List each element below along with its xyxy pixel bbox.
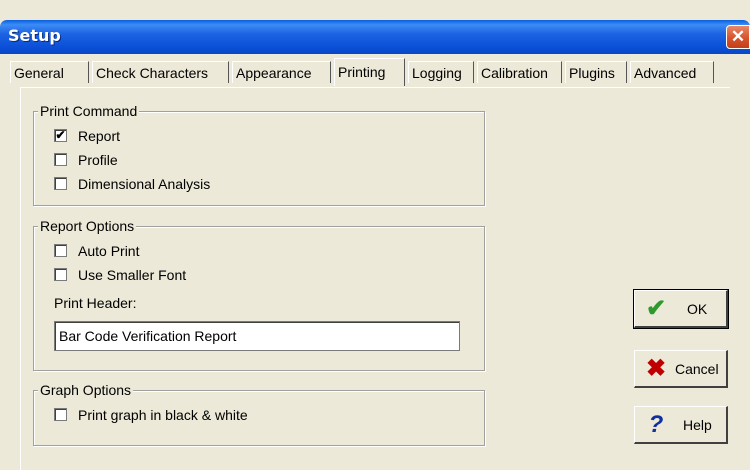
use-smaller-font-checkbox[interactable] bbox=[54, 268, 67, 281]
checkmark-icon: ✔ bbox=[645, 295, 667, 322]
report-options-group: Report Options Auto Print Use Smaller Fo… bbox=[33, 217, 485, 371]
x-icon: ✖ bbox=[645, 355, 667, 382]
group-legend: Graph Options bbox=[38, 381, 134, 399]
report-checkbox[interactable]: ✔ bbox=[54, 129, 67, 142]
tab-label: Advanced bbox=[634, 65, 697, 81]
tab-logging[interactable]: Logging bbox=[408, 61, 474, 83]
tab-label: Check Characters bbox=[96, 65, 209, 81]
checkbox-label: Report bbox=[78, 128, 121, 144]
window-title: Setup bbox=[8, 26, 61, 45]
tab-plugins[interactable]: Plugins bbox=[565, 61, 627, 83]
graph-options-group: Graph Options Print graph in black & whi… bbox=[33, 381, 485, 446]
group-legend: Report Options bbox=[38, 217, 137, 235]
close-icon: ✕ bbox=[730, 27, 746, 46]
tab-strip: General Check Characters Appearance Prin… bbox=[0, 58, 750, 88]
print-header-label: Print Header: bbox=[54, 295, 137, 311]
dimensional-analysis-checkbox[interactable] bbox=[54, 177, 67, 190]
checkbox-label: Dimensional Analysis bbox=[78, 176, 211, 192]
tab-label: Logging bbox=[412, 65, 462, 81]
title-bar[interactable]: Setup ✕ bbox=[0, 20, 750, 54]
tab-label: Appearance bbox=[236, 65, 312, 81]
tab-label: General bbox=[14, 65, 64, 81]
printing-panel: Print Command ✔ Report Profile Dimension… bbox=[20, 87, 730, 470]
checkmark-icon: ✔ bbox=[55, 128, 66, 142]
checkbox-label: Auto Print bbox=[78, 243, 140, 259]
profile-checkbox[interactable] bbox=[54, 153, 67, 166]
checkbox-label: Profile bbox=[78, 152, 118, 168]
ok-button[interactable]: ✔ OK bbox=[633, 289, 729, 329]
tab-advanced[interactable]: Advanced bbox=[630, 61, 714, 83]
tab-label: Plugins bbox=[569, 65, 615, 81]
help-button[interactable]: ? Help bbox=[634, 406, 728, 444]
print-command-group: Print Command ✔ Report Profile Dimension… bbox=[33, 102, 485, 206]
button-label: OK bbox=[687, 301, 708, 317]
setup-dialog: Setup ✕ General Check Characters Appeara… bbox=[0, 0, 750, 470]
checkbox-label: Print graph in black & white bbox=[78, 407, 248, 423]
button-label: Cancel bbox=[675, 361, 719, 377]
cancel-button[interactable]: ✖ Cancel bbox=[634, 350, 728, 388]
tab-check-characters[interactable]: Check Characters bbox=[92, 61, 229, 83]
print-header-input[interactable]: Bar Code Verification Report bbox=[54, 321, 460, 351]
tab-label: Calibration bbox=[481, 65, 548, 81]
tab-general[interactable]: General bbox=[10, 61, 89, 83]
black-white-checkbox[interactable] bbox=[54, 408, 67, 421]
button-label: Help bbox=[683, 417, 712, 433]
group-legend: Print Command bbox=[38, 102, 140, 120]
tab-calibration[interactable]: Calibration bbox=[477, 61, 562, 83]
tab-appearance[interactable]: Appearance bbox=[232, 61, 331, 83]
question-icon: ? bbox=[648, 411, 664, 438]
checkbox-label: Use Smaller Font bbox=[78, 267, 187, 283]
tab-label: Printing bbox=[338, 64, 386, 80]
tab-printing[interactable]: Printing bbox=[334, 58, 405, 86]
close-button[interactable]: ✕ bbox=[726, 25, 750, 49]
auto-print-checkbox[interactable] bbox=[54, 244, 67, 257]
